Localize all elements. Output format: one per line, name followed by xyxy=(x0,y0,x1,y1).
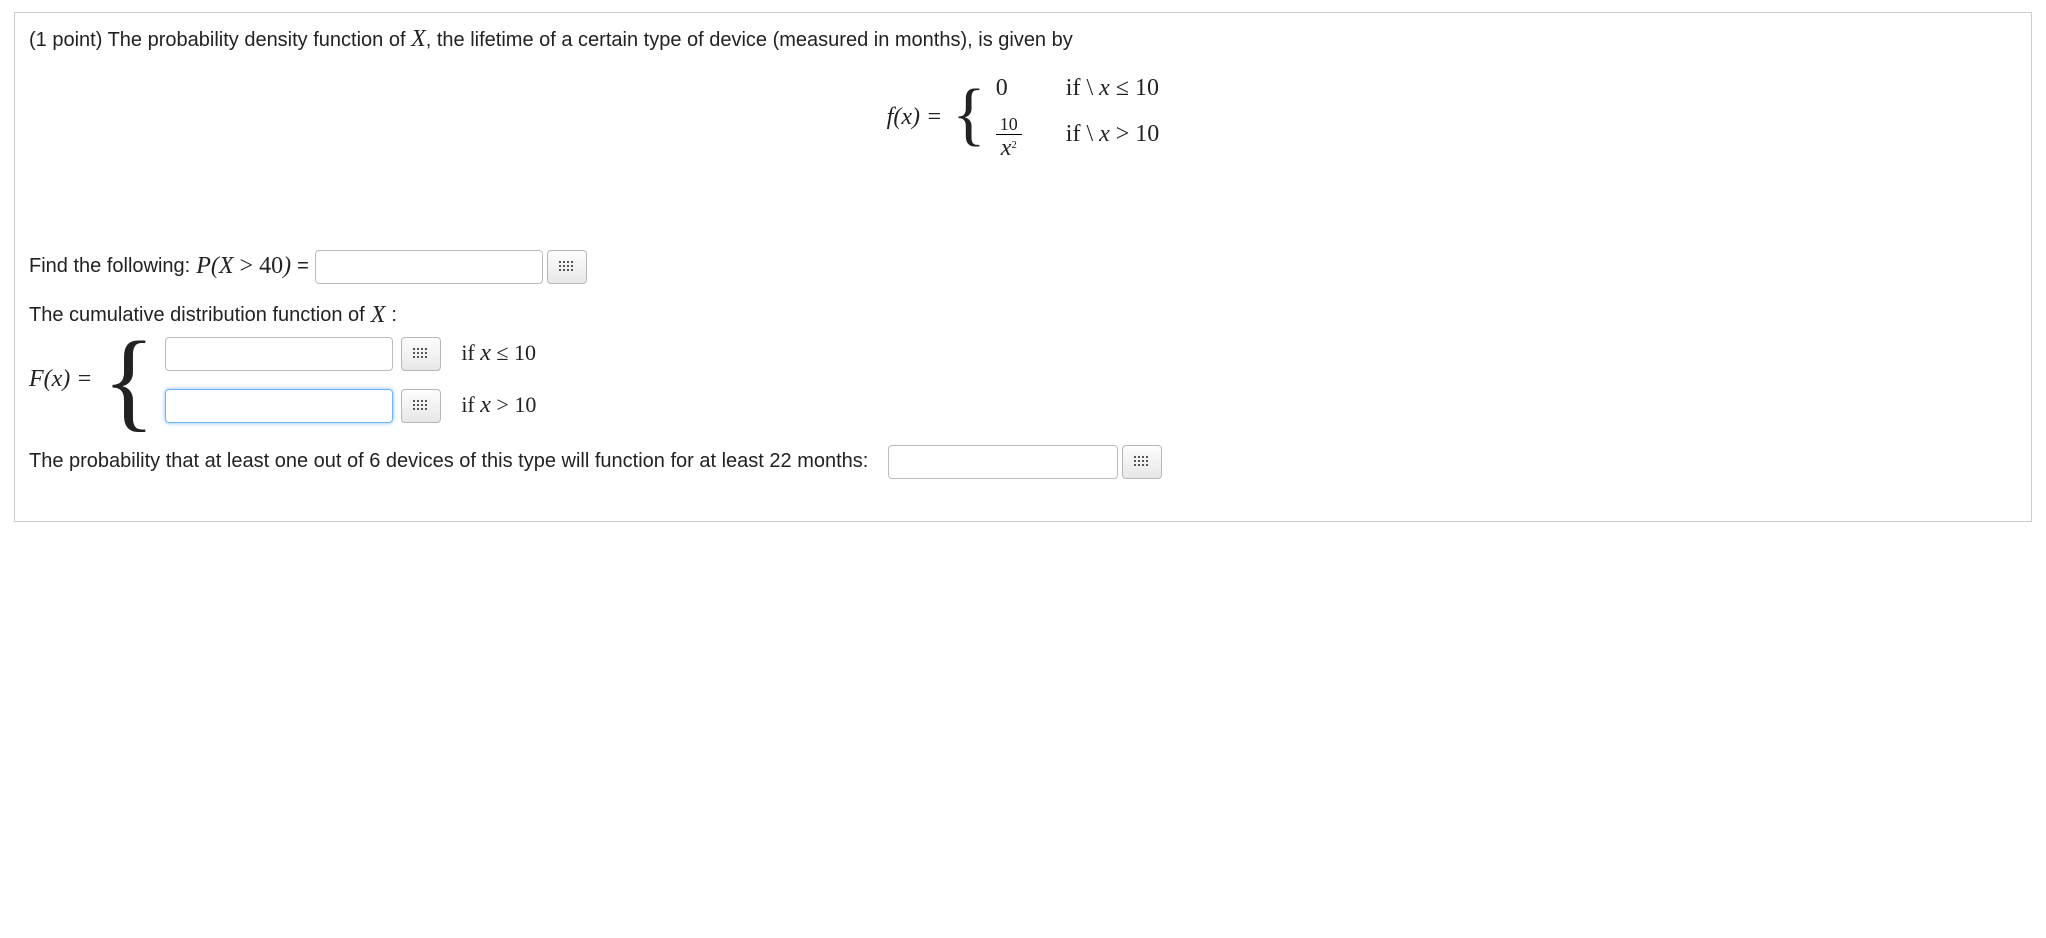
q3-input[interactable] xyxy=(888,445,1118,479)
keypad-icon xyxy=(413,348,429,360)
var-X: X xyxy=(411,26,426,52)
keypad-button[interactable] xyxy=(401,389,441,423)
cdf-heading-before: The cumulative distribution function of xyxy=(29,304,365,327)
question-3: The probability that at least one out of… xyxy=(29,445,2017,479)
intro-text-2: , the lifetime of a certain type of devi… xyxy=(426,29,1073,51)
cdf-definition: F(x) = { if x ≤ 10 xyxy=(29,337,2017,423)
brace-icon: { xyxy=(952,94,986,136)
cdf-heading: The cumulative distribution function of … xyxy=(29,302,2017,329)
cdf-lhs: F(x) = xyxy=(29,366,93,393)
pdf-lhs: f(x) = xyxy=(887,104,943,131)
problem-container: (1 point) The probability density functi… xyxy=(14,12,2032,522)
pdf-definition: f(x) = { 0 if \ x ≤ 10 10 x2 xyxy=(29,75,2017,160)
problem-intro: (1 point) The probability density functi… xyxy=(29,23,2017,57)
points-label: (1 point) xyxy=(29,29,108,51)
keypad-button[interactable] xyxy=(1122,445,1162,479)
question-1: Find the following: P(X > 40) = xyxy=(29,250,2017,284)
q1-expression: P(X > 40) xyxy=(196,253,291,280)
intro-text-1: The probability density function of xyxy=(108,29,412,51)
q3-text: The probability that at least one out of… xyxy=(29,450,868,473)
pdf-case-1: 0 if \ x ≤ 10 xyxy=(996,75,1160,102)
pdf-case1-cond: if \ x ≤ 10 xyxy=(1066,75,1159,102)
pdf-case1-value: 0 xyxy=(996,75,1036,102)
pdf-case2-value: 10 x2 xyxy=(996,110,1036,160)
keypad-icon xyxy=(559,261,575,273)
q1-equals: = xyxy=(297,255,309,278)
q1-input[interactable] xyxy=(315,250,543,284)
pdf-case2-cond: if \ x > 10 xyxy=(1066,121,1160,148)
keypad-button[interactable] xyxy=(401,337,441,371)
keypad-icon xyxy=(1134,456,1150,468)
cdf-heading-X: X xyxy=(371,302,386,329)
keypad-button[interactable] xyxy=(547,250,587,284)
pdf-case-2: 10 x2 if \ x > 10 xyxy=(996,110,1160,160)
cdf-heading-after: : xyxy=(391,304,397,327)
cdf-cond-1: if x ≤ 10 xyxy=(461,340,536,367)
q1-label: Find the following: xyxy=(29,255,190,278)
cdf-input-2[interactable] xyxy=(165,389,393,423)
cdf-cond-2: if x > 10 xyxy=(461,392,536,419)
pdf-cases: 0 if \ x ≤ 10 10 x2 if \ x > 10 xyxy=(996,75,1160,160)
cdf-case-1: if x ≤ 10 xyxy=(165,337,536,371)
cdf-input-1[interactable] xyxy=(165,337,393,371)
cdf-case-2: if x > 10 xyxy=(165,389,536,423)
keypad-icon xyxy=(413,400,429,412)
brace-icon: { xyxy=(103,347,156,413)
